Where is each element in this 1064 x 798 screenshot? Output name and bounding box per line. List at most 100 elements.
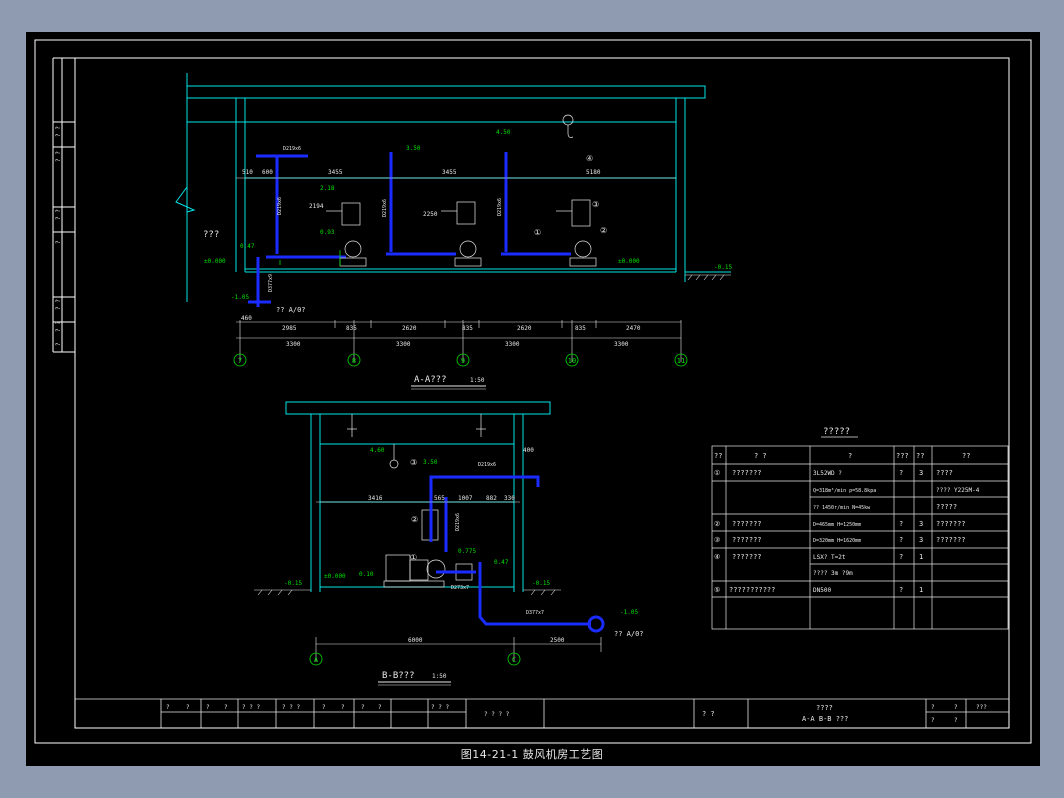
dimension-label: 2250 [423,211,438,218]
table-cell: DN500 [813,587,831,594]
strip-label: ? [55,342,62,346]
table-cell: 3L52WD ? [813,470,842,477]
table-cell: ? [899,469,903,477]
dimension-label: 2985 [282,325,297,332]
equipment-marker: ③ [592,200,599,209]
strip-label: ? ? [55,321,62,332]
pipe-label: D377x7 [526,610,544,616]
dimension-label: 3300 [396,341,411,348]
pipe-label: D377x9 [268,274,274,292]
strip-label: ? ? [55,299,62,310]
pipe-label: D219x6 [382,199,388,217]
title-cell: ? [378,704,382,711]
title-cell: ? [931,704,935,711]
level-mark: -0.15 [714,264,732,271]
equipment-marker: ① [534,228,541,237]
table-cell: 3 [919,469,923,477]
table-cell: 1 [919,586,923,594]
dimension-label: 835 [575,325,586,332]
dimension-label: 2620 [402,325,417,332]
table-cell: ? [899,586,903,594]
table-header: ? ? [754,452,767,460]
cad-viewport[interactable]: ? ? ? ? ? ? ? ? ? ? ? ? ??? 510 600 3455… [26,32,1040,766]
title-cell: ? ? ? [431,704,449,711]
table-cell: ??????? [732,469,762,477]
table-cell: ⑤ [714,586,720,594]
table-cell: D=465mm H=1250mm [813,522,861,528]
title-cell: ? [206,704,210,711]
dimension-label: 2194 [309,203,324,210]
level-mark: 3.50 [406,145,421,152]
dimension-label: 3300 [505,341,520,348]
table-cell: LSX? T=2t [813,554,846,561]
level-mark: -0.15 [284,580,302,587]
table-header: ?? [962,452,970,460]
title-cell: ? ? ? [242,704,260,711]
title-cell: ? [166,704,170,711]
drawing-frame [34,39,1032,744]
table-cell: Q=318m³/min p=58.8kpa [813,488,876,494]
dimension-label: 882 [486,495,497,502]
pipe-label: D219x6 [455,513,461,531]
level-mark: 4.50 [496,129,511,136]
level-mark: ±0.000 [618,258,640,265]
table-cell: ??????????? [729,586,775,594]
level-mark: 0.10 [359,571,374,578]
left-binding-strip: ? ? ? ? ? ? ? ? ? ? ? ? [55,126,62,346]
table-cell: 3 [919,520,923,528]
equipment-marker: ② [600,226,607,235]
section-bb-title: B-B??? 1:50 [378,671,451,686]
table-header: ?? [916,452,924,460]
title-cell: ? [361,704,365,711]
cad-drawing: ? ? ? ? ? ? ? ? ? ? ? ? ??? 510 600 3455… [34,39,1032,744]
level-mark: 2.18 [320,185,335,192]
table-header: ? [848,452,852,460]
section-title: B-B??? [382,671,415,681]
dimension-label: 565 [434,495,445,502]
title-cell: ? [954,704,958,711]
pipe-label: D219x6 [497,198,503,216]
pipe-label: D219x6 [283,146,301,152]
table-cell: ? [899,520,903,528]
pipe-label: D273x7 [451,585,469,591]
table-cell: ???? [936,469,953,477]
drawing-name: ???? [816,704,833,712]
axis-label: 9 [461,357,465,365]
level-mark: -1.05 [231,294,249,301]
title-stamp: ? ? ? ? [484,711,510,718]
title-cell: ? [186,704,190,711]
dimension-label: 400 [523,447,534,454]
dimension-label: 3416 [368,495,383,502]
pipe-label: D219x6 [277,197,283,215]
section-bb: 3416 565 1007 882 330 400 6000 2500 4.60… [254,401,644,686]
table-cell: ④ [714,553,720,561]
level-mark: 0.775 [458,548,476,555]
table-cell: ??????? [936,536,966,544]
title-cell: ??? [976,704,987,711]
table-cell: ???? 3m ?9m [813,570,853,577]
dimension-label: 835 [346,325,357,332]
dimension-label: 330 [504,495,515,502]
room-label: ??? [203,230,219,240]
level-mark: -0.15 [532,580,550,587]
table-cell: 3 [919,536,923,544]
dimension-label: 3300 [614,341,629,348]
section-scale: 1:50 [470,377,485,384]
dimension-label: 2620 [517,325,532,332]
level-mark: 4.60 [370,447,385,454]
pipe-label: D219x6 [478,462,496,468]
drawing-caption: 图14-21-1 鼓风机房工艺图 [460,748,604,761]
title-cell: ? [322,704,326,711]
title-cell: ? [224,704,228,711]
title-cell: ? [931,717,935,724]
table-cell: ??????? [732,553,762,561]
level-mark: ±0.000 [204,258,226,265]
outlet-label: ?? A/0? [276,306,306,314]
table-header: ?? [714,452,722,460]
dimension-label: 3455 [442,169,457,176]
strip-label: ? ? [55,209,62,220]
outlet-label: ?? A/0? [614,630,644,638]
strip-label: ? [55,240,62,244]
table-cell: ? [899,536,903,544]
axis-label: C [512,656,516,664]
